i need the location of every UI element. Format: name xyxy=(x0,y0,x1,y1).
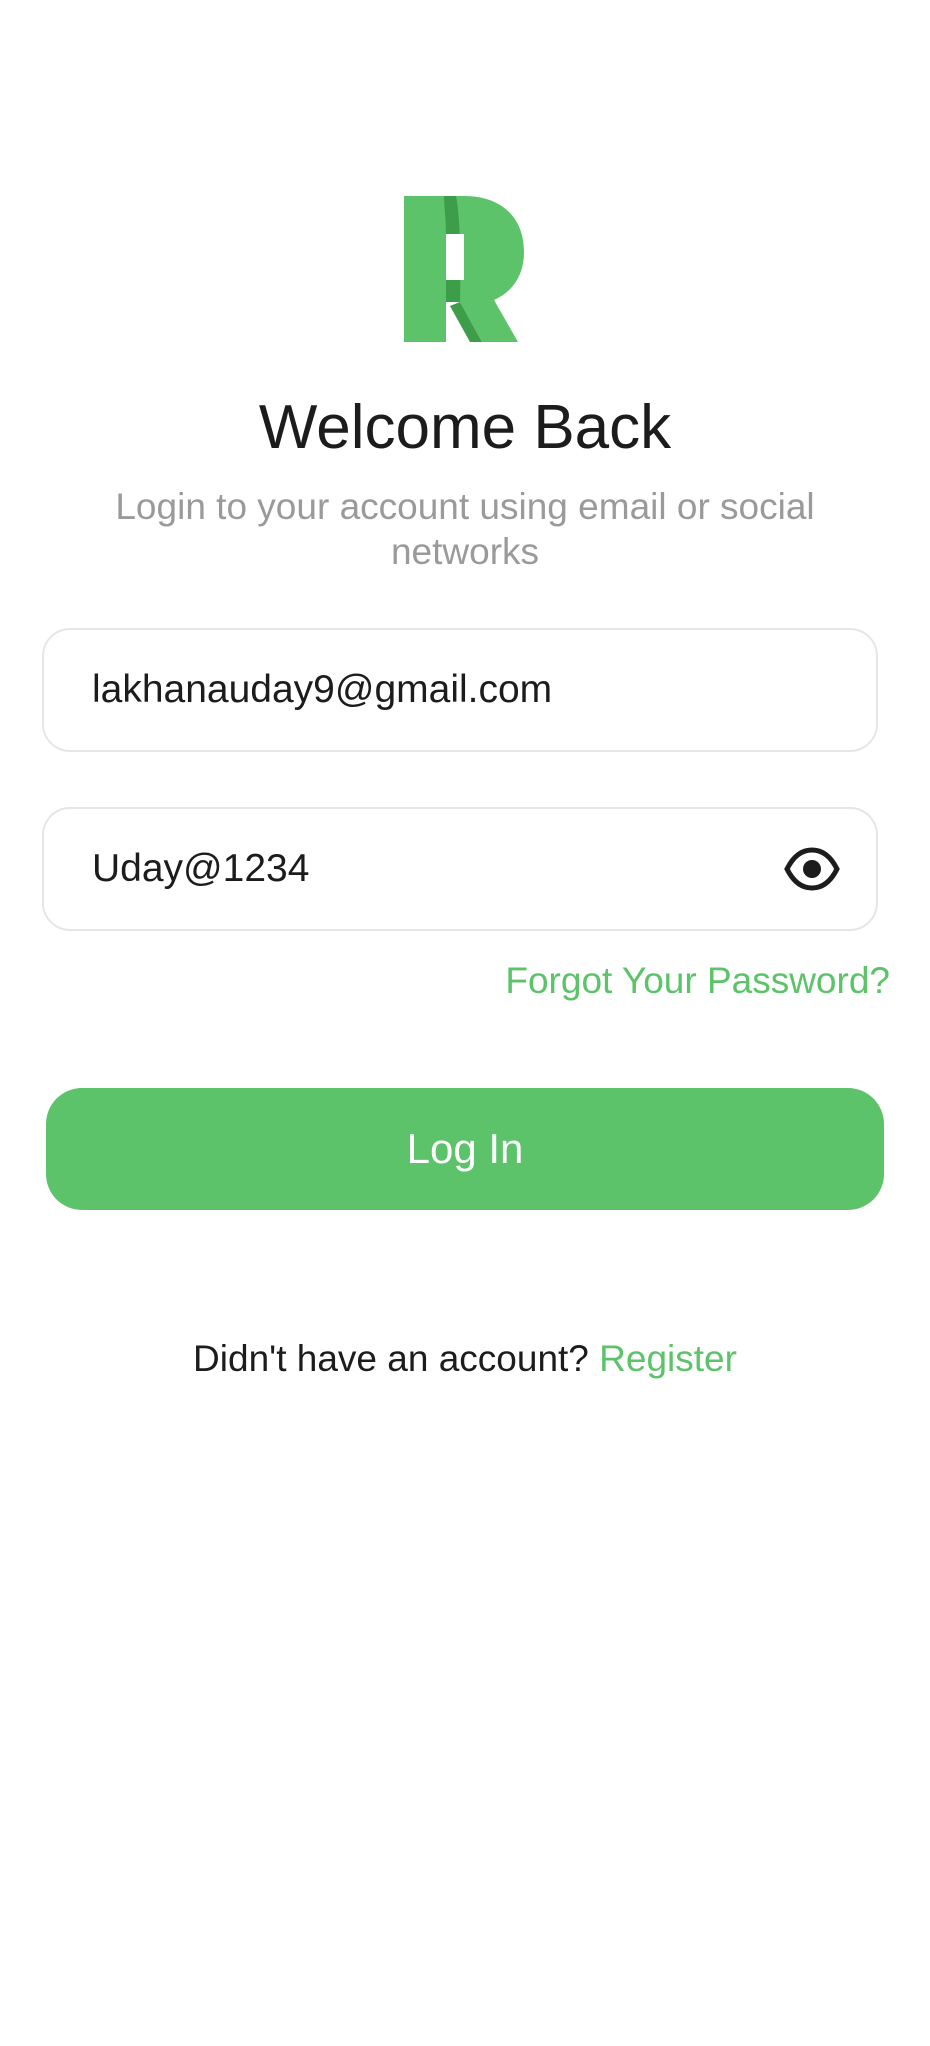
register-link[interactable]: Register xyxy=(599,1338,737,1379)
password-field[interactable]: Uday@1234 xyxy=(42,807,878,931)
email-value: lakhanauday9@gmail.com xyxy=(92,668,553,711)
eye-icon[interactable] xyxy=(784,847,840,891)
password-value: Uday@1234 xyxy=(92,847,310,890)
app-logo xyxy=(404,196,524,342)
login-button[interactable]: Log In xyxy=(46,1088,884,1210)
page-title: Welcome Back xyxy=(258,393,672,462)
email-field[interactable]: lakhanauday9@gmail.com xyxy=(42,628,878,752)
register-prompt: Didn't have an account? xyxy=(193,1338,589,1379)
forgot-password-link[interactable]: Forgot Your Password? xyxy=(505,956,890,1006)
page-subtitle: Login to your account using email or soc… xyxy=(115,486,815,572)
register-row: Didn't have an account? Register xyxy=(0,1334,930,1384)
